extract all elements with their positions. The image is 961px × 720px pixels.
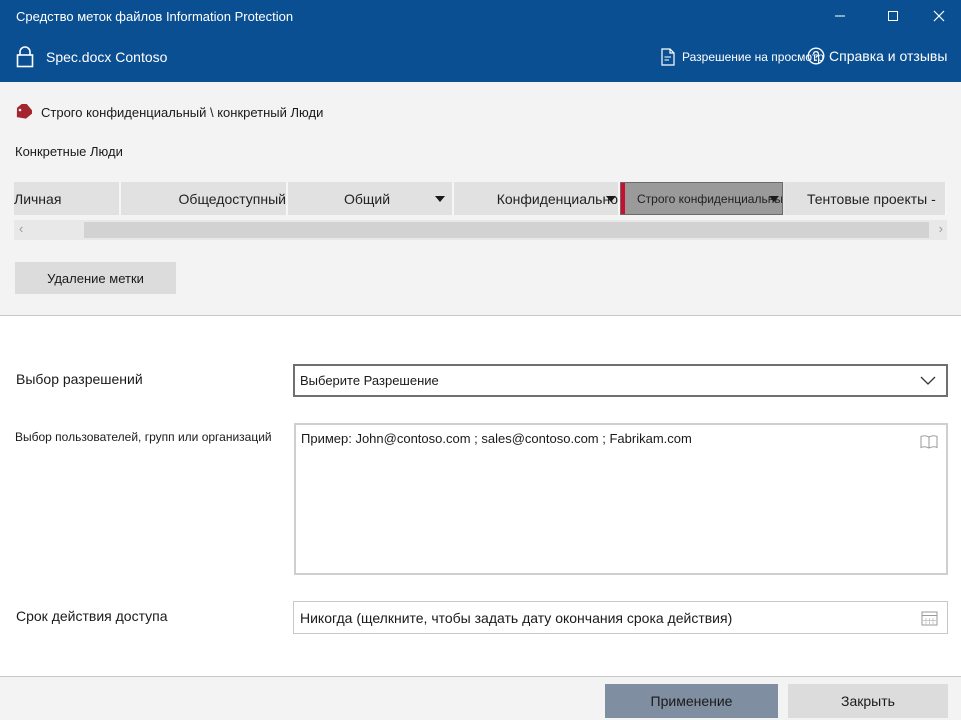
permissions-value: Выберите Разрешение (300, 373, 439, 388)
file-name: Spec.docx Contoso (46, 49, 168, 65)
title-bar: Средство меток файлов Information Protec… (0, 0, 961, 82)
address-book-icon[interactable] (920, 434, 938, 449)
minimize-button[interactable] (826, 4, 854, 28)
chevron-down-icon (606, 196, 616, 202)
label-panel: Строго конфиденциальный \ конкретный Люд… (0, 82, 961, 316)
label-button-public[interactable]: Общедоступный (121, 182, 288, 215)
label-selector-bar: Личная Общедоступный Общий Конфиденциаль… (14, 182, 947, 215)
tag-icon (16, 104, 32, 119)
expiry-value: Никогда (щелкните, чтобы задать дату око… (300, 609, 733, 626)
permissions-select[interactable]: Выберите Разрешение (293, 364, 948, 397)
lock-icon (16, 46, 34, 68)
permissions-label: Выбор разрешений (16, 371, 143, 387)
chevron-down-icon (769, 196, 779, 202)
chevron-down-icon (435, 196, 445, 202)
label-button-general[interactable]: Общий (288, 182, 454, 215)
label-button-text: Тентовые проекты - (807, 190, 936, 207)
view-permission-label: Разрешение на просмотр (682, 50, 824, 64)
users-label: Выбор пользователей, групп или организац… (15, 430, 272, 444)
users-input[interactable]: Пример: John@contoso.com ; sales@contoso… (294, 423, 948, 575)
label-description: Конкретные Люди (15, 144, 123, 159)
close-button[interactable]: Закрыть (788, 684, 948, 718)
chevron-down-icon (920, 376, 936, 385)
label-button-highly-confidential[interactable]: Строго конфиденциальный (620, 182, 783, 215)
maximize-icon (888, 11, 898, 21)
close-window-button[interactable] (925, 4, 953, 28)
scroll-right-icon[interactable]: › (939, 221, 943, 236)
current-label-text: Строго конфиденциальный \ конкретный Люд… (41, 104, 324, 120)
document-icon (661, 48, 675, 66)
close-icon (933, 10, 945, 22)
expiry-input[interactable]: Никогда (щелкните, чтобы задать дату око… (293, 601, 948, 634)
label-button-text: Строго конфиденциальный (637, 191, 783, 206)
help-icon (807, 47, 825, 65)
help-feedback-link[interactable]: Справка и отзывы (807, 47, 947, 65)
users-placeholder: Пример: John@contoso.com ; sales@contoso… (301, 431, 692, 446)
help-feedback-label: Справка и отзывы (829, 48, 948, 64)
label-scrollbar[interactable]: ‹ › (14, 220, 947, 240)
label-button-confidential[interactable]: Конфиденциально (454, 182, 620, 215)
label-button-text: Конфиденциально (496, 190, 618, 207)
calendar-icon[interactable] (921, 610, 938, 626)
label-button-personal[interactable]: Личная (14, 182, 121, 215)
window-title: Средство меток файлов Information Protec… (16, 9, 294, 24)
view-permission-link[interactable]: Разрешение на просмотр (660, 48, 824, 66)
apply-button[interactable]: Применение (605, 684, 778, 718)
label-button-text: Личная (14, 190, 62, 207)
scroll-thumb[interactable] (84, 222, 929, 238)
current-label: Строго конфиденциальный \ конкретный Люд… (14, 104, 323, 120)
minimize-icon (835, 15, 845, 17)
label-button-text: Общедоступный (178, 190, 286, 207)
label-button-tent-projects[interactable]: Тентовые проекты - (785, 182, 947, 215)
maximize-button[interactable] (879, 4, 907, 28)
scroll-left-icon[interactable]: ‹ (19, 221, 23, 236)
remove-label-button[interactable]: Удаление метки (15, 262, 176, 294)
expiry-label: Срок действия доступа (16, 608, 168, 624)
label-button-text: Общий (344, 190, 391, 207)
file-info: Spec.docx Contoso (16, 46, 167, 68)
